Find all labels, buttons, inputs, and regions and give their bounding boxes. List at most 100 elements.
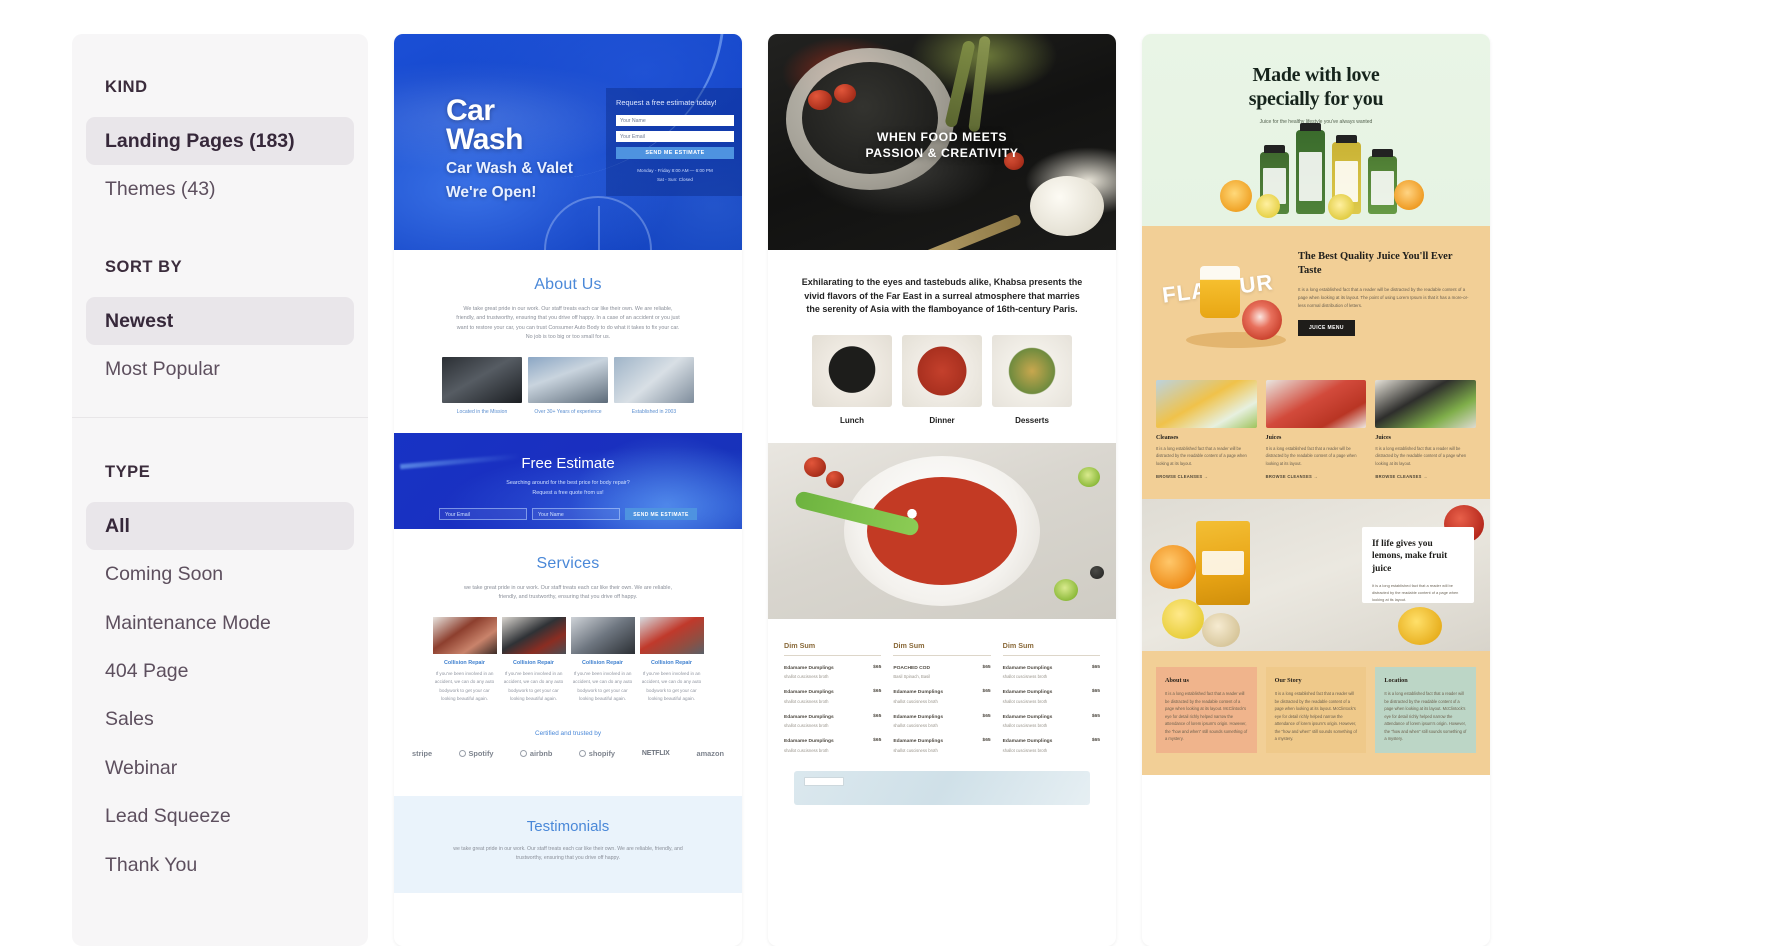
carwash-hours: Monday - Friday 8:00 AM — 6:00 PM Sat - …: [616, 167, 734, 184]
sidebar-item-webinar[interactable]: Webinar: [86, 744, 354, 792]
service-photo: [639, 616, 704, 654]
filter-group-kind: KIND Landing Pages (183) Themes (43): [72, 34, 368, 214]
menu-item-price: $65: [982, 689, 991, 695]
filter-group-sort-by: SORT BY Newest Most Popular: [72, 214, 368, 394]
carwash-testimonials-body: we take great pride in our work. Our sta…: [453, 845, 683, 862]
juice-bottle-group: [1142, 112, 1490, 220]
carwash-about-caption: Over 30+ Years of experience: [534, 408, 602, 415]
filter-sidebar: KIND Landing Pages (183) Themes (43) SOR…: [72, 34, 368, 946]
category-link[interactable]: BROWSE CLEANSES →: [1156, 474, 1257, 479]
template-card-car-wash[interactable]: Car Wash Car Wash & Valet We're Open! Re…: [394, 34, 742, 946]
sidebar-item-lead-squeeze[interactable]: Lead Squeeze: [86, 792, 354, 840]
juice-category-card[interactable]: Juices It is a long established fact tha…: [1265, 380, 1367, 479]
juice-bottle: [1368, 149, 1397, 214]
sidebar-item-maintenance-mode[interactable]: Maintenance Mode: [86, 599, 354, 647]
sidebar-item-404-page[interactable]: 404 Page: [86, 647, 354, 695]
carwash-estimate-heading: Free Estimate: [521, 454, 615, 472]
juice-category-card[interactable]: Juices It is a long established fact tha…: [1375, 380, 1477, 479]
menu-item: Edamame Dumplings shallot cuscisness brot…: [893, 714, 990, 730]
category-title: Cleanses: [1156, 435, 1179, 441]
netflix-logo: NETFLIX: [641, 749, 670, 757]
carwash-name-input[interactable]: Your Name: [616, 114, 734, 126]
category-desc: It is a long established fact that a rea…: [1156, 446, 1247, 466]
filter-group-title-sort-by: SORT BY: [105, 257, 183, 276]
filter-group-title-type: TYPE: [105, 462, 151, 481]
service-item: Collision Repair If you've been involved…: [432, 616, 497, 704]
carwash-services-body: we take great pride in our work. Our sta…: [463, 584, 673, 601]
filter-group-type: TYPE All Coming Soon Maintenance Mode 40…: [72, 416, 368, 889]
juice-carton-photo: [1196, 521, 1250, 606]
sidebar-item-landing-pages[interactable]: Landing Pages (183): [86, 117, 354, 166]
dish-photo: [812, 334, 892, 407]
tomato-photo: [826, 470, 844, 488]
juice-category-card[interactable]: Cleanses It is a long established fact t…: [1156, 380, 1257, 479]
juice-promo-body: It is a long established fact that a rea…: [1298, 286, 1469, 308]
service-item: Collision Repair If you've been involved…: [639, 616, 704, 704]
map-pin-card: [804, 777, 844, 787]
carwash-estimate-email-input[interactable]: Your Email: [439, 508, 527, 521]
lime-photo: [1054, 578, 1078, 601]
food-feature-photo: [768, 442, 1116, 619]
juice-info-card: Location It is a long established fact t…: [1375, 667, 1477, 754]
sidebar-item-coming-soon[interactable]: Coming Soon: [86, 550, 354, 598]
menu-column-heading: Dim Sum: [784, 641, 882, 656]
sidebar-item-thank-you[interactable]: Thank You: [86, 841, 354, 889]
sidebar-item-themes[interactable]: Themes (43): [86, 165, 354, 213]
orange-photo: [1150, 545, 1196, 590]
grapefruit-photo: [1242, 300, 1282, 340]
dish-photo: [902, 334, 982, 407]
carwash-form-heading: Request a free estimate today!: [616, 98, 717, 107]
juice-info-desc: It is a long established fact that a rea…: [1384, 691, 1467, 742]
food-hero-line2: PASSION & CREATIVITY: [865, 145, 1019, 160]
lot-photo: [614, 356, 694, 403]
sidebar-item-newest[interactable]: Newest: [86, 296, 354, 346]
menu-item-desc: shallot cuscisness broth: [893, 723, 938, 729]
carwash-trust-section: Certified and trusted by stripe Spotify …: [394, 730, 742, 758]
template-card-restaurant[interactable]: WHEN FOOD MEETS PASSION & CREATIVITY Exh…: [768, 34, 1116, 946]
menu-item-name: Edamame Dumplings: [893, 690, 944, 696]
orange-slice: [1220, 180, 1252, 212]
carwash-services-grid: Collision Repair If you've been involved…: [394, 616, 742, 704]
menu-item: Edamame Dumplings shallot cuscisness brot…: [784, 738, 881, 754]
carwash-hero: Car Wash Car Wash & Valet We're Open! Re…: [394, 34, 742, 250]
juice-menu-button[interactable]: JUICE MENU: [1298, 320, 1355, 337]
food-hero-text: WHEN FOOD MEETS PASSION & CREATIVITY: [768, 130, 1116, 162]
menu-item-price: $65: [873, 738, 882, 744]
menu-item-price: $65: [873, 664, 882, 670]
menu-item-price: $65: [982, 738, 991, 744]
egg-photo: [1030, 176, 1104, 236]
tomato-photo: [834, 84, 856, 103]
carwash-send-estimate-button[interactable]: SEND ME ESTIMATE: [616, 146, 734, 159]
menu-item-name: Edamame Dumplings: [784, 714, 834, 720]
menu-item-price: $65: [1091, 713, 1100, 719]
sidebar-item-most-popular[interactable]: Most Popular: [86, 345, 354, 393]
food-dish-item: Dinner: [902, 334, 982, 425]
amazon-logo: amazon: [696, 748, 724, 758]
carwash-free-estimate-section: Free Estimate Searching around for the b…: [394, 432, 742, 529]
spotify-icon: [458, 749, 466, 757]
template-card-juice[interactable]: Made with love specially for you Juice f…: [1142, 34, 1490, 946]
carwash-estimate-name-input[interactable]: Your Name: [532, 508, 620, 521]
shopify-logo: shopify: [579, 749, 615, 758]
carwash-about-caption: Located in the Mission: [456, 408, 508, 415]
carwash-email-input[interactable]: Your Email: [616, 130, 734, 142]
category-link[interactable]: BROWSE CLEANSES →: [1375, 474, 1476, 479]
menu-item-desc: shallot cuscisness broth: [1002, 723, 1048, 729]
lemon-photo: [1162, 599, 1204, 640]
juice-info-card: Our Story It is a long established fact …: [1265, 667, 1367, 754]
sidebar-item-sales[interactable]: Sales: [86, 695, 354, 743]
juice-promo-section: FLAVOUR The Best Quality Juice You'll Ev…: [1142, 226, 1490, 500]
menu-column: Dim Sum POACHED COD Basil Spinach, Basil …: [893, 641, 991, 764]
carwash-title-line2: Wash: [446, 123, 523, 157]
food-menu-columns: Dim Sum Edamame Dumplings shallot cuscisn…: [784, 641, 1100, 764]
carwash-estimate-submit-button[interactable]: SEND ME ESTIMATE: [625, 508, 697, 521]
menu-item-name: Edamame Dumplings: [893, 739, 944, 745]
carwash-subtitle-line1: Car Wash & Valet: [446, 160, 573, 178]
carwash-hero-text: Car Wash Car Wash & Valet We're Open!: [446, 95, 573, 203]
lemon-slice: [1256, 194, 1280, 218]
juice-category-cards: Cleanses It is a long established fact t…: [1156, 380, 1477, 479]
carwash-about-heading: About Us: [534, 276, 602, 293]
service-photo: [570, 616, 635, 654]
sidebar-item-all[interactable]: All: [86, 501, 354, 551]
category-link[interactable]: BROWSE CLEANSES →: [1266, 474, 1367, 479]
